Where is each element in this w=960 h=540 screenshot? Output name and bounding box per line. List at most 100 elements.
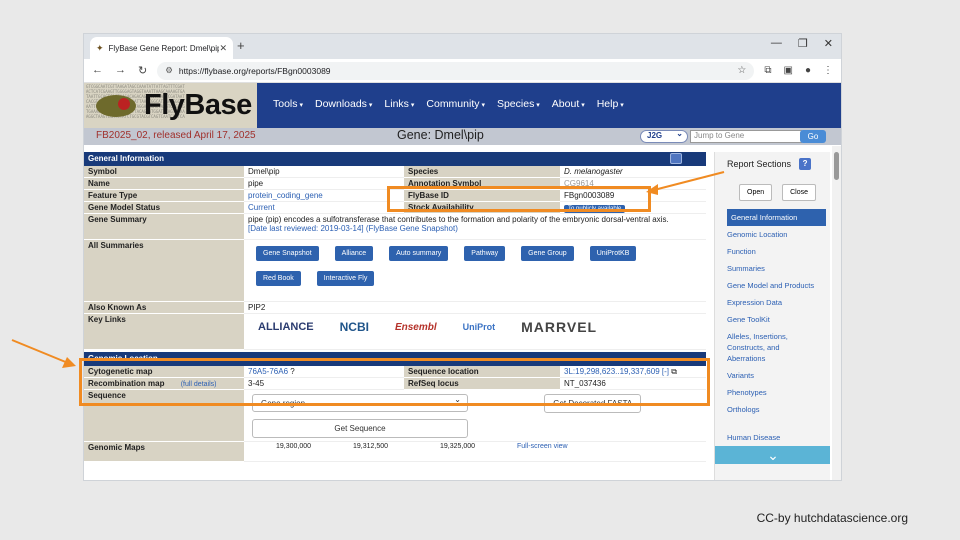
- interactive-fly-button[interactable]: Interactive Fly: [316, 271, 375, 286]
- menu-about[interactable]: About: [552, 98, 585, 110]
- sidebar-item-gene-toolkit[interactable]: Gene ToolKit: [715, 311, 830, 328]
- genomic-location-table: Cytogenetic map 76A5-76A6 ? Sequence loc…: [84, 366, 706, 462]
- flybase-wordmark: FlyBase: [144, 89, 252, 121]
- sidebar-item-summaries[interactable]: Summaries: [715, 260, 830, 277]
- alliance-button[interactable]: Alliance: [334, 246, 374, 261]
- gene-summary-review[interactable]: [Date last reviewed: 2019-03-14] (FlyBas…: [248, 224, 702, 233]
- marrvel-logo[interactable]: MARRVEL: [521, 319, 597, 335]
- gene-group-button[interactable]: Gene Group: [521, 246, 574, 261]
- pathway-button[interactable]: Pathway: [464, 246, 506, 261]
- feature-type-link[interactable]: protein_coding_gene: [248, 191, 323, 200]
- recombination-map-label: Recombination map (full details): [84, 378, 244, 390]
- uniprotkb-button[interactable]: UniProtKB: [589, 246, 637, 261]
- sequence-location-label: Sequence location: [404, 366, 560, 378]
- stock-button[interactable]: To publicly available: [564, 205, 626, 213]
- sidebar-item-orthologs[interactable]: Orthologs: [715, 401, 830, 418]
- refseq-locus-label: RefSeq locus: [404, 378, 560, 390]
- sidebar-item-expression[interactable]: Expression Data: [715, 294, 830, 311]
- gene-summary-label: Gene Summary: [84, 214, 244, 240]
- close-all-button[interactable]: Close: [782, 184, 817, 201]
- go-button[interactable]: Go: [800, 130, 826, 143]
- general-info-title: General Information: [88, 154, 165, 163]
- site-settings-icon[interactable]: ⚙: [165, 65, 173, 76]
- get-sequence-button[interactable]: Get Sequence: [252, 419, 468, 438]
- gene-region-select[interactable]: Gene region: [252, 394, 468, 412]
- also-known-as-label: Also Known As: [84, 302, 244, 314]
- open-all-button[interactable]: Open: [739, 184, 773, 201]
- section-icon[interactable]: [670, 153, 682, 164]
- genomic-maps-ruler[interactable]: 19,300,000 19,312,500 19,325,000 Full-sc…: [244, 442, 706, 462]
- genomic-location-header[interactable]: Genomic Location: [84, 352, 706, 366]
- menu-tools[interactable]: Tools: [273, 98, 303, 110]
- close-window-icon[interactable]: ✕: [824, 37, 833, 50]
- browser-tab[interactable]: ✦ FlyBase Gene Report: Dmel\pip ✕: [90, 37, 233, 59]
- jump-to-gene-input[interactable]: Jump to Gene: [690, 130, 802, 143]
- copy-icon[interactable]: ⧉: [671, 367, 677, 376]
- forward-icon[interactable]: →: [115, 64, 126, 77]
- menu-community[interactable]: Community: [426, 98, 485, 110]
- sidebar-item-variants[interactable]: Variants: [715, 367, 830, 384]
- sidebar-item-general-information[interactable]: General Information: [727, 209, 826, 226]
- map-tick-2: 19,312,500: [353, 443, 389, 450]
- credit-text: CC-by hutchdatascience.org: [756, 511, 908, 525]
- reload-icon[interactable]: ↻: [138, 64, 147, 77]
- sidebar-item-gene-model[interactable]: Gene Model and Products: [715, 277, 830, 294]
- full-details-link[interactable]: (full details): [181, 381, 217, 388]
- gene-snapshot-button[interactable]: Gene Snapshot: [256, 246, 319, 261]
- help-icon[interactable]: ?: [799, 158, 812, 170]
- annotation-symbol-label: Annotation Symbol: [404, 178, 560, 190]
- full-screen-view-link[interactable]: Full-screen view: [517, 443, 568, 450]
- menu-help[interactable]: Help: [597, 98, 624, 110]
- report-main: General Information Symbol Dmel\pip Spec…: [84, 152, 706, 480]
- sidebar-item-genomic-location[interactable]: Genomic Location: [715, 226, 830, 243]
- page-scrollbar[interactable]: [832, 146, 841, 480]
- extensions-icon[interactable]: ⧉: [764, 65, 771, 76]
- general-info-header[interactable]: General Information: [84, 152, 706, 166]
- sequence-location-link[interactable]: 3L:19,298,623..19,337,609 [-]: [564, 367, 669, 376]
- bookmark-star-icon[interactable]: ☆: [737, 65, 746, 76]
- new-tab-icon[interactable]: +: [237, 38, 245, 53]
- gene-summary-text: pipe (pip) encodes a sulfotransferase th…: [248, 215, 669, 224]
- symbol-label: Symbol: [84, 166, 244, 178]
- menu-downloads[interactable]: Downloads: [315, 98, 372, 110]
- sidebar-item-human-disease[interactable]: Human Disease: [715, 418, 830, 446]
- close-tab-icon[interactable]: ✕: [219, 43, 227, 54]
- sidebar-item-phenotypes[interactable]: Phenotypes: [715, 384, 830, 401]
- ncbi-logo[interactable]: NCBI: [340, 320, 369, 334]
- alliance-logo[interactable]: ALLIANCE: [258, 321, 314, 333]
- menu-kebab-icon[interactable]: ⋮: [823, 65, 833, 76]
- report-sections-sidebar: Report Sections ? Open Close General Inf…: [714, 152, 830, 480]
- minimize-icon[interactable]: —: [771, 37, 782, 50]
- gene-model-status-label: Gene Model Status: [84, 202, 244, 214]
- uniprot-logo[interactable]: UniProt: [463, 322, 496, 332]
- ensembl-logo[interactable]: Ensembl: [395, 322, 437, 333]
- help-icon[interactable]: ?: [290, 367, 294, 376]
- gene-model-status-link[interactable]: Current: [248, 203, 275, 212]
- restore-icon[interactable]: ❐: [798, 37, 808, 50]
- get-decorated-fasta-button[interactable]: Get Decorated FASTA: [544, 394, 642, 413]
- sidebar-item-alleles[interactable]: Alleles, Insertions, Constructs, and Abe…: [715, 328, 830, 367]
- tab-title: FlyBase Gene Report: Dmel\pip: [108, 43, 220, 53]
- recombination-map-value: 3-45: [244, 378, 404, 390]
- tab-strip: ✦ FlyBase Gene Report: Dmel\pip ✕ + — ❐ …: [84, 34, 841, 59]
- stock-label: Stock Availability: [404, 202, 560, 214]
- flybase-logo[interactable]: GTCGGCAATCGTTAAGATAGCCAAATATTATTAGTTTCGA…: [84, 83, 257, 128]
- report-sections-title: Report Sections: [727, 159, 792, 169]
- browser-window: ✦ FlyBase Gene Report: Dmel\pip ✕ + — ❐ …: [83, 33, 842, 481]
- profile-icon[interactable]: ●: [805, 65, 811, 76]
- scrollbar-thumb[interactable]: [834, 152, 839, 180]
- jump-type-select[interactable]: J2G: [640, 129, 688, 143]
- menu-links[interactable]: Links: [384, 98, 414, 110]
- red-book-button[interactable]: Red Book: [256, 271, 301, 286]
- chevron-down-icon[interactable]: ⌄: [715, 446, 830, 464]
- genomic-maps-label: Genomic Maps: [84, 442, 244, 462]
- menu-species[interactable]: Species: [497, 98, 540, 110]
- cytogenetic-map-link[interactable]: 76A5-76A6: [248, 367, 288, 376]
- side-panel-icon[interactable]: ▣: [784, 65, 793, 76]
- sidebar-item-function[interactable]: Function: [715, 243, 830, 260]
- back-icon[interactable]: ←: [92, 64, 103, 77]
- url-field[interactable]: ⚙ https://flybase.org/reports/FBgn000308…: [157, 61, 755, 80]
- auto-summary-button[interactable]: Auto summary: [389, 246, 449, 261]
- recombination-map-text: Recombination map: [88, 379, 165, 388]
- refseq-locus-value[interactable]: NT_037436 REGION:19298623..19337609: [564, 379, 673, 389]
